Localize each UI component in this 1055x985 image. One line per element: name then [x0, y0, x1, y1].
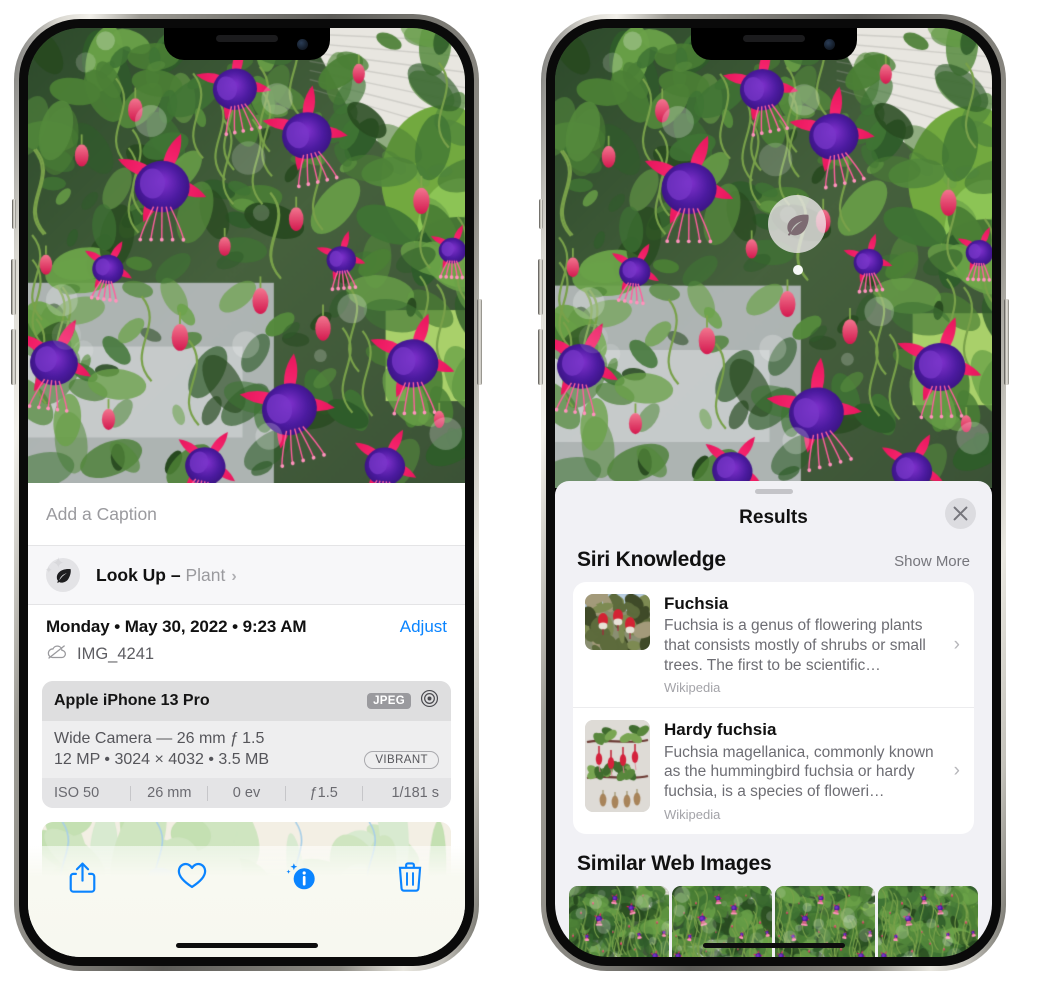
close-icon — [953, 506, 968, 521]
camera-info-card[interactable]: Apple iPhone 13 Pro JPEG Wide Camera — 2… — [42, 681, 451, 808]
result-thumbnail — [585, 594, 650, 650]
exif-shutter: 1/181 s — [391, 785, 440, 801]
caption-input[interactable]: Add a Caption — [46, 504, 157, 525]
adjust-button[interactable]: Adjust — [400, 617, 447, 637]
screen-right: Results Siri Knowledge Show More Fuchsia… — [555, 28, 992, 957]
similar-web-images-header: Similar Web Images — [555, 834, 992, 884]
info-button[interactable] — [247, 862, 356, 892]
results-title: Results — [739, 507, 808, 528]
photographic-style-badge: VIBRANT — [364, 751, 439, 769]
format-badge: JPEG — [367, 693, 411, 709]
result-description: Fuchsia is a genus of flowering plants t… — [664, 617, 926, 674]
show-more-button[interactable]: Show More — [894, 553, 970, 570]
result-source: Wikipedia — [664, 806, 721, 822]
look-up-label: Look Up – Plant › — [96, 565, 237, 586]
mute-switch[interactable] — [12, 199, 16, 229]
screen-left: Add a Caption ✦ ✦ Look Up – Plant › Mond… — [28, 28, 465, 957]
visual-lookup-marker[interactable] — [768, 195, 826, 253]
notch — [163, 28, 330, 60]
siri-knowledge-header: Siri Knowledge Show More — [555, 542, 992, 582]
fuchsia-photo — [555, 28, 992, 488]
photo-info-sheet: Add a Caption ✦ ✦ Look Up – Plant › Mond… — [28, 483, 465, 957]
look-up-row[interactable]: ✦ ✦ Look Up – Plant › — [28, 546, 465, 604]
delete-button[interactable] — [356, 862, 465, 892]
camera-card-header: Apple iPhone 13 Pro JPEG — [42, 681, 451, 721]
camera-lens: Wide Camera — 26 mm ƒ 1.5 — [54, 730, 265, 747]
camera-dimensions: 12 MP • 3024 × 4032 • 3.5 MB — [54, 751, 270, 768]
web-image-item[interactable] — [569, 885, 669, 957]
phone-left: Add a Caption ✦ ✦ Look Up – Plant › Mond… — [11, 14, 482, 971]
camera-model: Apple iPhone 13 Pro — [54, 692, 210, 709]
power-button[interactable] — [477, 299, 482, 385]
photo-metadata: Monday • May 30, 2022 • 9:23 AM Adjust I… — [28, 604, 465, 665]
favorite-button[interactable] — [137, 862, 246, 889]
caption-row[interactable]: Add a Caption — [28, 483, 465, 546]
leaf-icon — [786, 214, 809, 236]
front-camera-icon — [823, 39, 835, 50]
share-icon — [69, 862, 96, 893]
home-indicator[interactable] — [702, 943, 845, 948]
photo-viewer[interactable] — [555, 28, 992, 488]
web-image-item[interactable] — [878, 885, 978, 957]
leaf-icon: ✦ ✦ — [45, 555, 80, 592]
close-button[interactable] — [945, 498, 976, 529]
results-header: Results — [555, 494, 992, 542]
result-thumbnail — [585, 720, 650, 813]
earpiece-speaker — [215, 35, 278, 42]
front-camera-icon — [296, 39, 308, 50]
result-description: Fuchsia magellanica, commonly known as t… — [664, 743, 934, 801]
look-up-dash-glyph: – — [170, 564, 181, 585]
chevron-right-icon: › — [953, 633, 960, 655]
icloud-slash-icon — [46, 644, 68, 665]
chevron-right-icon: › — [231, 567, 237, 585]
volume-up-button[interactable] — [11, 259, 16, 315]
volume-down-button[interactable] — [11, 329, 16, 385]
exif-focal: 26 mm — [147, 785, 192, 801]
mute-switch[interactable] — [539, 199, 543, 229]
aperture-icon — [420, 689, 439, 713]
camera-card-body: Wide Camera — 26 mm ƒ 1.5 12 MP • 3024 ×… — [42, 721, 451, 778]
photo-date: Monday • May 30, 2022 • 9:23 AM — [46, 617, 307, 636]
exif-aperture: ƒ1.5 — [309, 785, 338, 801]
volume-down-button[interactable] — [538, 329, 543, 385]
home-indicator[interactable] — [175, 943, 318, 948]
photo-viewer[interactable] — [28, 28, 465, 483]
volume-up-button[interactable] — [538, 259, 543, 315]
earpiece-speaker — [742, 35, 805, 42]
notch — [690, 28, 857, 60]
visual-lookup-anchor-dot — [793, 265, 803, 275]
sparkle-icon: ✦ ✦ — [45, 555, 65, 575]
phone-right: Results Siri Knowledge Show More Fuchsia… — [538, 14, 1009, 971]
info-sparkle-icon — [286, 863, 315, 890]
phone-bezel: Add a Caption ✦ ✦ Look Up – Plant › Mond… — [19, 19, 474, 966]
list-item[interactable]: Fuchsia Fuchsia is a genus of flowering … — [573, 582, 974, 707]
exif-ev: 0 ev — [232, 785, 261, 801]
look-up-subject: Plant — [185, 564, 226, 585]
result-title: Hardy fuchsia — [664, 720, 777, 740]
photo-filename: IMG_4241 — [77, 645, 155, 663]
results-sheet: Results Siri Knowledge Show More Fuchsia… — [555, 481, 992, 957]
heart-icon — [177, 862, 207, 889]
exif-iso: ISO 50 — [54, 785, 100, 801]
section-title: Siri Knowledge — [577, 548, 726, 571]
list-item[interactable]: Hardy fuchsia Fuchsia magellanica, commo… — [573, 707, 974, 833]
share-button[interactable] — [28, 862, 137, 893]
siri-knowledge-list: Fuchsia Fuchsia is a genus of flowering … — [573, 582, 974, 834]
power-button[interactable] — [1004, 299, 1009, 385]
photo-toolbar — [28, 846, 465, 957]
trash-icon — [399, 862, 422, 892]
phone-bezel: Results Siri Knowledge Show More Fuchsia… — [546, 19, 1001, 966]
exif-row: ISO 50 26 mm 0 ev ƒ1.5 1/181 s — [42, 778, 451, 808]
result-source: Wikipedia — [664, 680, 721, 696]
look-up-title: Look Up — [96, 564, 166, 585]
chevron-right-icon: › — [953, 760, 960, 782]
result-title: Fuchsia — [664, 594, 729, 613]
section-title: Similar Web Images — [577, 851, 772, 875]
fuchsia-photo — [28, 28, 465, 483]
